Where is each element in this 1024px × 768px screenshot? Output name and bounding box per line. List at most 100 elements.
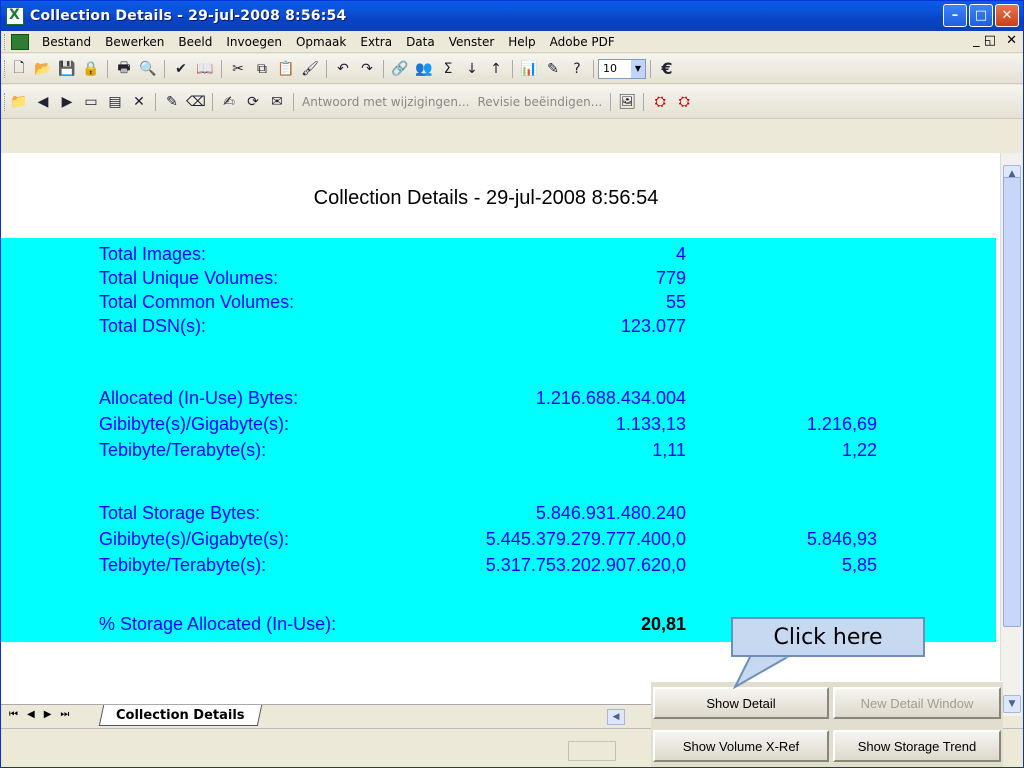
font-size-select[interactable]: 10 ▼ [598,58,646,79]
toolbar-grip[interactable] [4,92,7,111]
storage-tb-label: Tebibyte/Terabyte(s): [99,555,267,575]
toolbar-separator [293,92,294,111]
hyperlink-icon[interactable]: 🔗 [389,59,411,79]
standard-toolbar: 🗋 📂 💾 🔒 🖶 🔍 ✔ 📖 ✂ ⧉ 📋 🖌 ↶ ↷ 🔗 👥 Σ ↓ ↑ 📊 … [1,54,1023,84]
autosum-icon[interactable]: Σ [437,59,459,79]
vertical-scrollbar[interactable]: ▲ ▼ [1000,153,1022,716]
menu-data[interactable]: Data [399,35,442,49]
menubar-grip[interactable] [4,33,7,50]
total-unique-volumes-value: 779 [655,268,686,288]
reply-with-changes-link[interactable]: Antwoord met wijzigingen... [302,95,469,109]
new-detail-window-button[interactable]: New Detail Window [833,687,1001,719]
mail-recipient-icon[interactable]: ✉ [266,92,288,112]
allocated-gibibyte-value: 1.133,13 [615,414,686,434]
undo-icon[interactable]: ↶ [332,59,354,79]
menu-beeld[interactable]: Beeld [171,35,219,49]
print-preview-icon[interactable]: 🔍 [137,59,159,79]
storage-gigabyte-value: 5.846,93 [806,529,877,549]
paste-icon[interactable]: 📋 [275,59,297,79]
ink-annotation-icon[interactable]: ✎ [161,92,183,112]
pdf-email-icon[interactable]: ⛭ [673,92,695,112]
workbook-close-button[interactable]: ✕ [1006,33,1017,48]
document-icon[interactable] [11,33,29,50]
total-common-volumes-value: 55 [665,292,686,312]
excel-window: Collection Details - 29-jul-2008 8:56:54… [0,0,1024,768]
show-comment-icon[interactable]: ▭ [80,92,102,112]
scroll-left-icon[interactable]: ◀ [607,709,625,725]
toolbar-separator [155,92,156,111]
close-button[interactable]: ✕ [995,4,1019,27]
track-changes-icon[interactable]: ✍ [218,92,240,112]
menu-bestand[interactable]: Bestand [35,35,98,49]
end-review-link[interactable]: Revisie beëindigen... [477,95,602,109]
tab-collection-details[interactable]: Collection Details [98,705,262,726]
toolbar-separator [593,59,594,78]
click-here-callout: Click here [731,617,925,657]
drawing-icon[interactable]: ✎ [542,59,564,79]
last-sheet-icon[interactable]: ⏭ [60,709,69,720]
menu-bewerken[interactable]: Bewerken [98,35,171,49]
title-bar[interactable]: Collection Details - 29-jul-2008 8:56:54… [1,1,1023,31]
total-dsn-value: 123.077 [620,316,686,336]
format-painter-icon[interactable]: 🖌 [299,59,321,79]
save-icon[interactable]: 💾 [56,59,78,79]
window-title: Collection Details - 29-jul-2008 8:56:54 [30,8,347,24]
menu-extra[interactable]: Extra [353,35,399,49]
cut-icon[interactable]: ✂ [227,59,249,79]
total-storage-bytes-label: Total Storage Bytes: [99,503,261,523]
menu-invoegen[interactable]: Invoegen [219,35,289,49]
delete-ink-icon[interactable]: ⌫ [185,92,207,112]
copy-icon[interactable]: ⧉ [251,59,273,79]
next-comment-icon[interactable]: ▶ [56,92,78,112]
first-sheet-icon[interactable]: ⏮ [9,709,18,720]
scroll-down-icon[interactable]: ▼ [1003,695,1021,713]
toolbar-separator [212,92,213,111]
people-icon[interactable]: 👥 [413,59,435,79]
chart-wizard-icon[interactable]: 📊 [518,59,540,79]
open-folder-icon[interactable]: 📂 [32,59,54,79]
toolbar-grip[interactable] [4,59,7,78]
font-size-value: 10 [603,62,617,75]
menu-help[interactable]: Help [501,35,542,49]
menu-adobe-pdf[interactable]: Adobe PDF [543,35,622,49]
sort-descending-icon[interactable]: ↑ [485,59,507,79]
permission-icon[interactable]: 🔒 [80,59,102,79]
workbook-restore-button[interactable]: _ ◱ [973,33,996,48]
chevron-down-icon[interactable]: ▼ [631,59,645,78]
sort-ascending-icon[interactable]: ↓ [461,59,483,79]
minimize-button[interactable]: – [943,4,967,27]
show-detail-button[interactable]: Show Detail [653,687,829,719]
currency-style-icon[interactable]: € [656,59,678,79]
redo-icon[interactable]: ↷ [356,59,378,79]
next-sheet-icon[interactable]: ▶ [44,709,52,720]
new-file-icon[interactable]: 🗋 [8,59,30,79]
update-file-icon[interactable]: ⟳ [242,92,264,112]
spelling-icon[interactable]: ✔ [170,59,192,79]
total-unique-volumes-label: Total Unique Volumes: [99,268,279,288]
print-icon[interactable]: 🖶 [113,59,135,79]
menu-opmaak[interactable]: Opmaak [289,35,353,49]
research-icon[interactable]: 📖 [194,59,216,79]
toolbar-separator [643,92,645,111]
previous-comment-icon[interactable]: ◀ [32,92,54,112]
menu-venster[interactable]: Venster [442,35,502,49]
pdf-convert-icon[interactable]: ⛭ [649,92,671,112]
allocated-bytes-label: Allocated (In-Use) Bytes: [99,388,299,408]
delete-comment-icon[interactable]: ✕ [128,92,150,112]
help-icon[interactable]: ? [566,59,588,79]
previous-sheet-icon[interactable]: ◀ [27,709,35,720]
scroll-thumb[interactable] [1003,177,1021,627]
sheet-heading-text: Collection Details - 29-jul-2008 8:56:54 [313,187,659,209]
sheet-heading: Collection Details - 29-jul-2008 8:56:54 [1,187,1001,210]
show-storage-trend-button[interactable]: Show Storage Trend [833,730,1001,762]
allocated-gigabyte-value: 1.216,69 [806,414,877,434]
show-volume-xref-button[interactable]: Show Volume X-Ref [653,730,829,762]
total-images-label: Total Images: [99,244,207,264]
storage-gb-label: Gibibyte(s)/Gigabyte(s): [99,529,290,549]
folder-icon[interactable]: 📁 [8,92,30,112]
excel-app-icon[interactable] [6,7,24,25]
picture-icon[interactable]: 🖼 [616,92,638,112]
show-all-comments-icon[interactable]: ▤ [104,92,126,112]
allocated-gb-label: Gibibyte(s)/Gigabyte(s): [99,414,290,434]
maximize-button[interactable]: □ [969,4,993,27]
